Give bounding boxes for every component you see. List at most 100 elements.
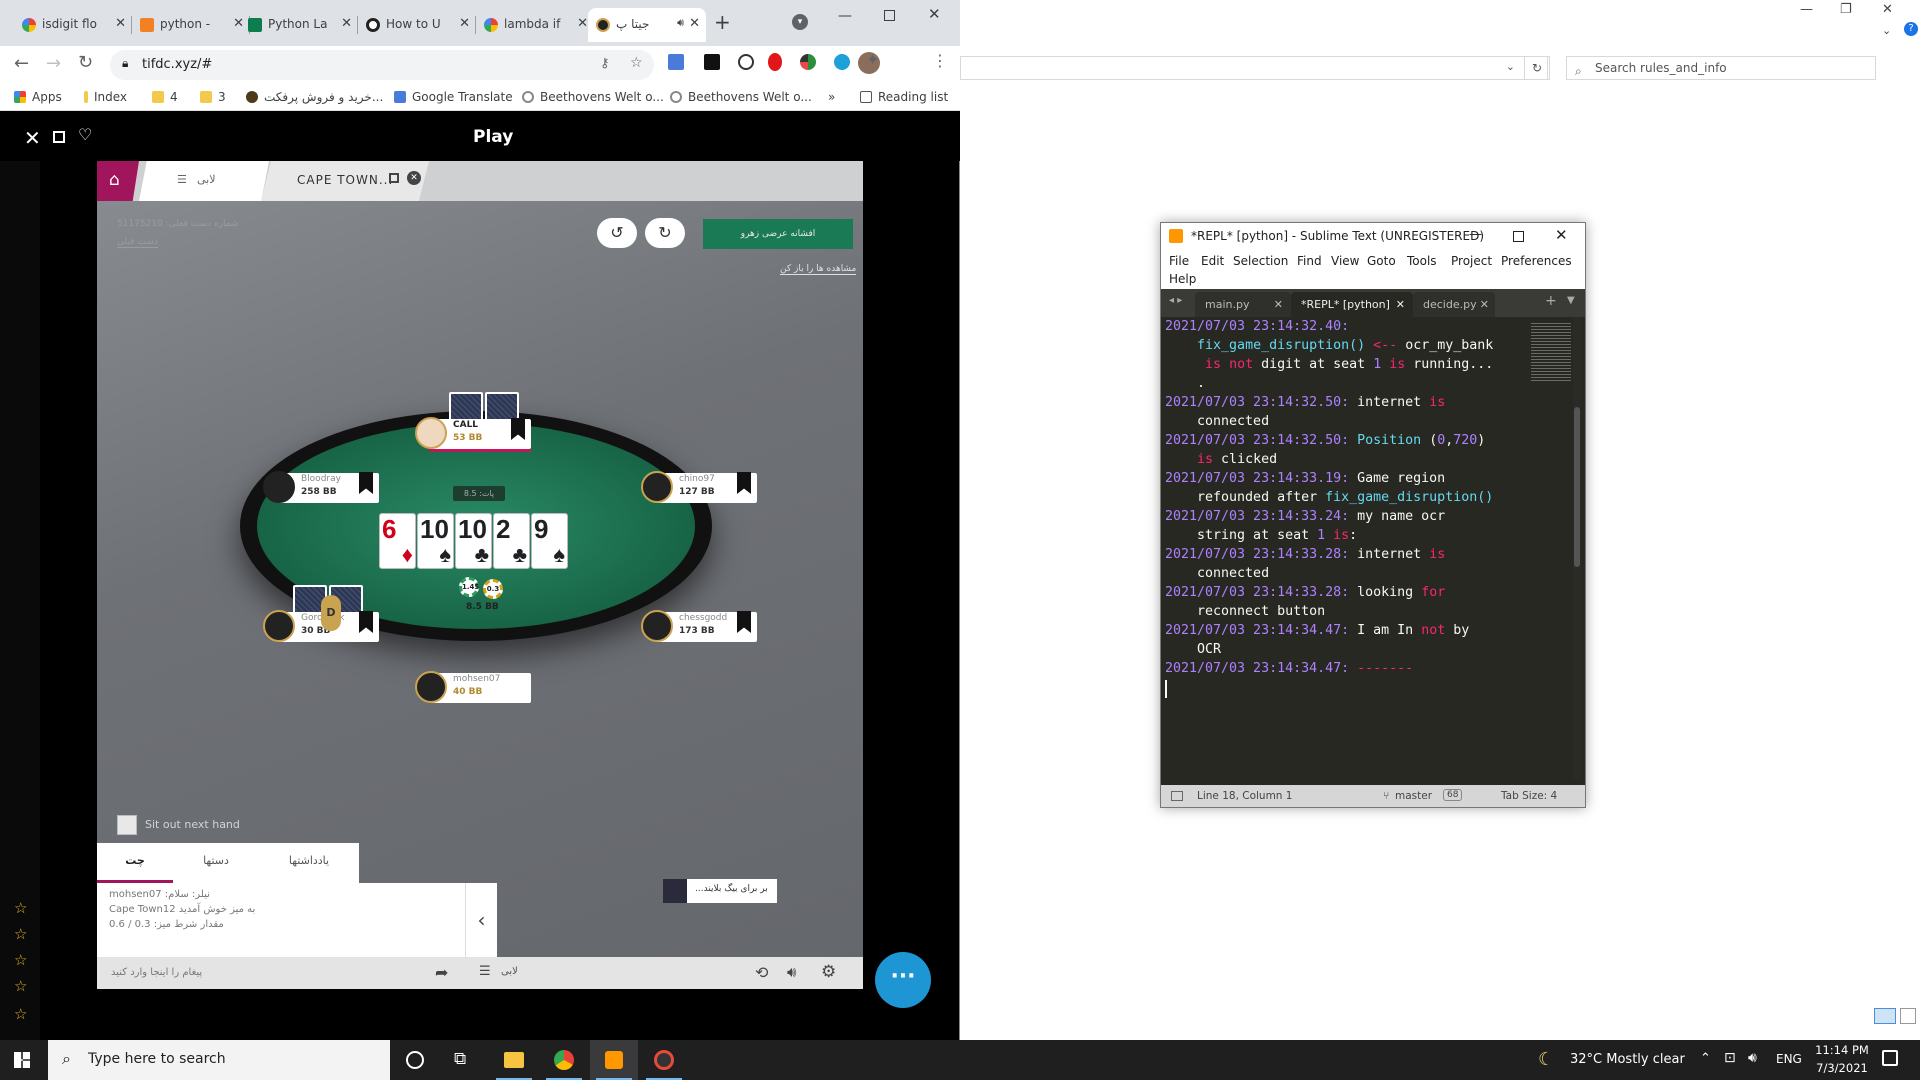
minimize-button[interactable]: — — [838, 8, 852, 24]
tab-notes[interactable]: یادداشتها — [259, 843, 359, 883]
key-icon[interactable]: ⚷ — [600, 56, 610, 71]
kebab-menu-icon[interactable]: ⋮ — [932, 51, 948, 70]
tab-dropdown-icon[interactable]: ▼ — [1567, 295, 1575, 306]
star-icon[interactable]: ☆ — [14, 951, 27, 969]
bookmark-folder-3[interactable]: 3 — [200, 90, 226, 104]
taskbar-search-input[interactable]: ⌕ Type here to search — [48, 1040, 390, 1080]
explorer-address-bar[interactable]: ⌄ — [960, 56, 1548, 80]
explorer-close-button[interactable]: ✕ — [1882, 2, 1893, 17]
browser-tab[interactable]: Python La ✕ — [240, 8, 358, 42]
bookmark-google-translate[interactable]: Google Translate — [394, 90, 513, 104]
bookmark-beethoven-1[interactable]: Beethovens Welt o... — [522, 90, 664, 104]
star-bookmark-icon[interactable]: ☆ — [630, 55, 643, 71]
speaker-icon[interactable]: 🔊︎ — [787, 963, 796, 981]
extension-icon[interactable] — [834, 54, 850, 70]
tab-nav-arrows-icon[interactable]: ◂ ▸ — [1169, 295, 1182, 306]
maximize-button[interactable] — [1513, 231, 1524, 242]
player-seat-hero[interactable]: mohsen07 40 BB — [415, 671, 531, 703]
new-tab-button[interactable]: + — [714, 10, 731, 34]
close-tab-icon[interactable]: ✕ — [115, 16, 126, 31]
explorer-search-input[interactable]: ⌕ Search rules_and_info — [1566, 56, 1876, 80]
close-tab-icon[interactable]: ✕ — [459, 16, 470, 31]
tab-size[interactable]: Tab Size: 4 — [1501, 790, 1557, 802]
rebuy-button[interactable]: افشانه عرضی زهرو — [703, 219, 853, 249]
extension-icon[interactable] — [800, 54, 816, 70]
bookmark-folder-4[interactable]: 4 — [152, 90, 178, 104]
editor-tab-active[interactable]: *REPL* [python] ✕ — [1291, 292, 1413, 317]
close-icon[interactable]: ✕ — [24, 126, 41, 150]
chevron-up-icon[interactable]: ⌃ — [1700, 1051, 1711, 1066]
menu-edit[interactable]: Edit — [1201, 254, 1224, 268]
home-button[interactable]: ⌂ — [97, 161, 139, 201]
message-input[interactable]: پیغام را اینجا وارد کنید — [111, 967, 202, 978]
menu-project[interactable]: Project — [1451, 254, 1492, 268]
chevron-down-icon[interactable]: ⌄ — [1882, 24, 1891, 37]
bookmark-index[interactable]: Index — [84, 90, 127, 104]
minimap[interactable] — [1531, 321, 1571, 381]
code-editor[interactable]: 2021/07/03 23:14:32.40: fix_game_disrupt… — [1161, 317, 1561, 779]
details-view-icon[interactable] — [1874, 1008, 1896, 1024]
list-icon[interactable]: ☰ — [479, 964, 491, 979]
explorer-restore-button[interactable]: ❐ — [1840, 2, 1852, 17]
star-icon[interactable]: ☆ — [14, 977, 27, 995]
scrollbar-track[interactable] — [1573, 317, 1581, 779]
browser-tab-active[interactable]: جیتا پ 🔊︎ ✕ — [588, 8, 706, 42]
footer-lobby-link[interactable]: لابی — [501, 966, 518, 977]
taskbar-chrome[interactable] — [540, 1040, 588, 1080]
speaker-icon[interactable]: 🔊︎ — [677, 16, 684, 30]
minimize-button[interactable]: — — [1469, 227, 1482, 242]
address-bar[interactable]: 🔒︎ tifdc.xyz/# ⚷ ☆ — [110, 50, 654, 80]
clock-date[interactable]: 7/3/2021 — [1812, 1061, 1872, 1075]
reload-icon[interactable]: ↻ — [78, 52, 93, 73]
sit-out-checkbox[interactable] — [117, 815, 137, 835]
popout-icon[interactable] — [53, 131, 65, 143]
taskbar-sublime[interactable] — [590, 1040, 638, 1080]
tab-hands[interactable]: دستها — [173, 843, 259, 883]
taskbar-file-explorer[interactable] — [490, 1040, 538, 1080]
chevron-left-icon[interactable]: ‹ — [465, 883, 497, 957]
previous-hand-link[interactable]: دست قبلی — [117, 237, 158, 248]
menu-file[interactable]: File — [1169, 254, 1189, 268]
chevron-down-icon[interactable]: ⌄ — [1506, 60, 1515, 73]
bookmark-beethoven-2[interactable]: Beethovens Welt o... — [670, 90, 812, 104]
tab-search-icon[interactable]: ▾ — [792, 14, 808, 30]
forward-arrow-icon[interactable]: → — [46, 53, 61, 74]
bookmarks-overflow[interactable]: » — [828, 90, 835, 104]
help-icon[interactable]: ? — [1904, 22, 1918, 36]
bookmark-apps[interactable]: Apps — [14, 90, 62, 104]
menu-goto[interactable]: Goto — [1367, 254, 1396, 268]
menu-preferences[interactable]: Preferences — [1501, 254, 1572, 268]
browser-tab[interactable]: python - ✕ — [132, 8, 250, 42]
editor-tab[interactable]: main.py ✕ — [1195, 292, 1291, 317]
menu-help[interactable]: Help — [1169, 272, 1196, 286]
browser-tab[interactable]: How to U ✕ — [358, 8, 476, 42]
close-icon[interactable]: ✕ — [407, 171, 421, 185]
close-window-button[interactable]: ✕ — [1555, 226, 1568, 244]
bookmark-perfect-money[interactable]: خرید و فروش پرفکت... — [246, 90, 383, 104]
tab-table[interactable]: CAPE TOWN... ✕ — [261, 161, 429, 201]
notifications-icon[interactable] — [1882, 1050, 1898, 1066]
git-branch[interactable]: master — [1395, 790, 1432, 802]
undo-icon[interactable]: ↺ — [597, 218, 637, 248]
windows-start-icon[interactable] — [14, 1052, 30, 1068]
star-icon[interactable]: ☆ — [14, 1005, 27, 1023]
player-seat-lower-right[interactable]: chessgodd 173 BB — [641, 610, 757, 642]
player-seat-upper-right[interactable]: chino97 127 BB — [641, 471, 757, 503]
menu-selection[interactable]: Selection — [1233, 254, 1288, 268]
popout-icon[interactable] — [389, 173, 399, 183]
redo-icon[interactable]: ↻ — [645, 218, 685, 248]
language-indicator[interactable]: ENG — [1776, 1052, 1802, 1066]
player-seat-top[interactable]: CALL 53 BB — [415, 417, 531, 452]
reading-list[interactable]: Reading list — [860, 90, 948, 104]
network-icon[interactable]: ⊡ — [1724, 1050, 1736, 1066]
puzzle-extensions-icon[interactable]: ✦ — [866, 50, 879, 69]
back-arrow-icon[interactable]: ← — [14, 53, 29, 74]
weather-text[interactable]: 32°C Mostly clear — [1570, 1052, 1685, 1067]
editor-tab[interactable]: decide.py ✕ — [1413, 292, 1495, 317]
support-chat-icon[interactable]: ··· — [875, 952, 931, 1008]
translate-extension-icon[interactable] — [668, 54, 684, 70]
weather-moon-icon[interactable]: ☾ — [1538, 1049, 1554, 1070]
menu-find[interactable]: Find — [1297, 254, 1322, 268]
volume-icon[interactable]: 🔊︎ — [1748, 1050, 1757, 1066]
player-seat-upper-left[interactable]: Bloodray 258 BB — [263, 471, 379, 503]
